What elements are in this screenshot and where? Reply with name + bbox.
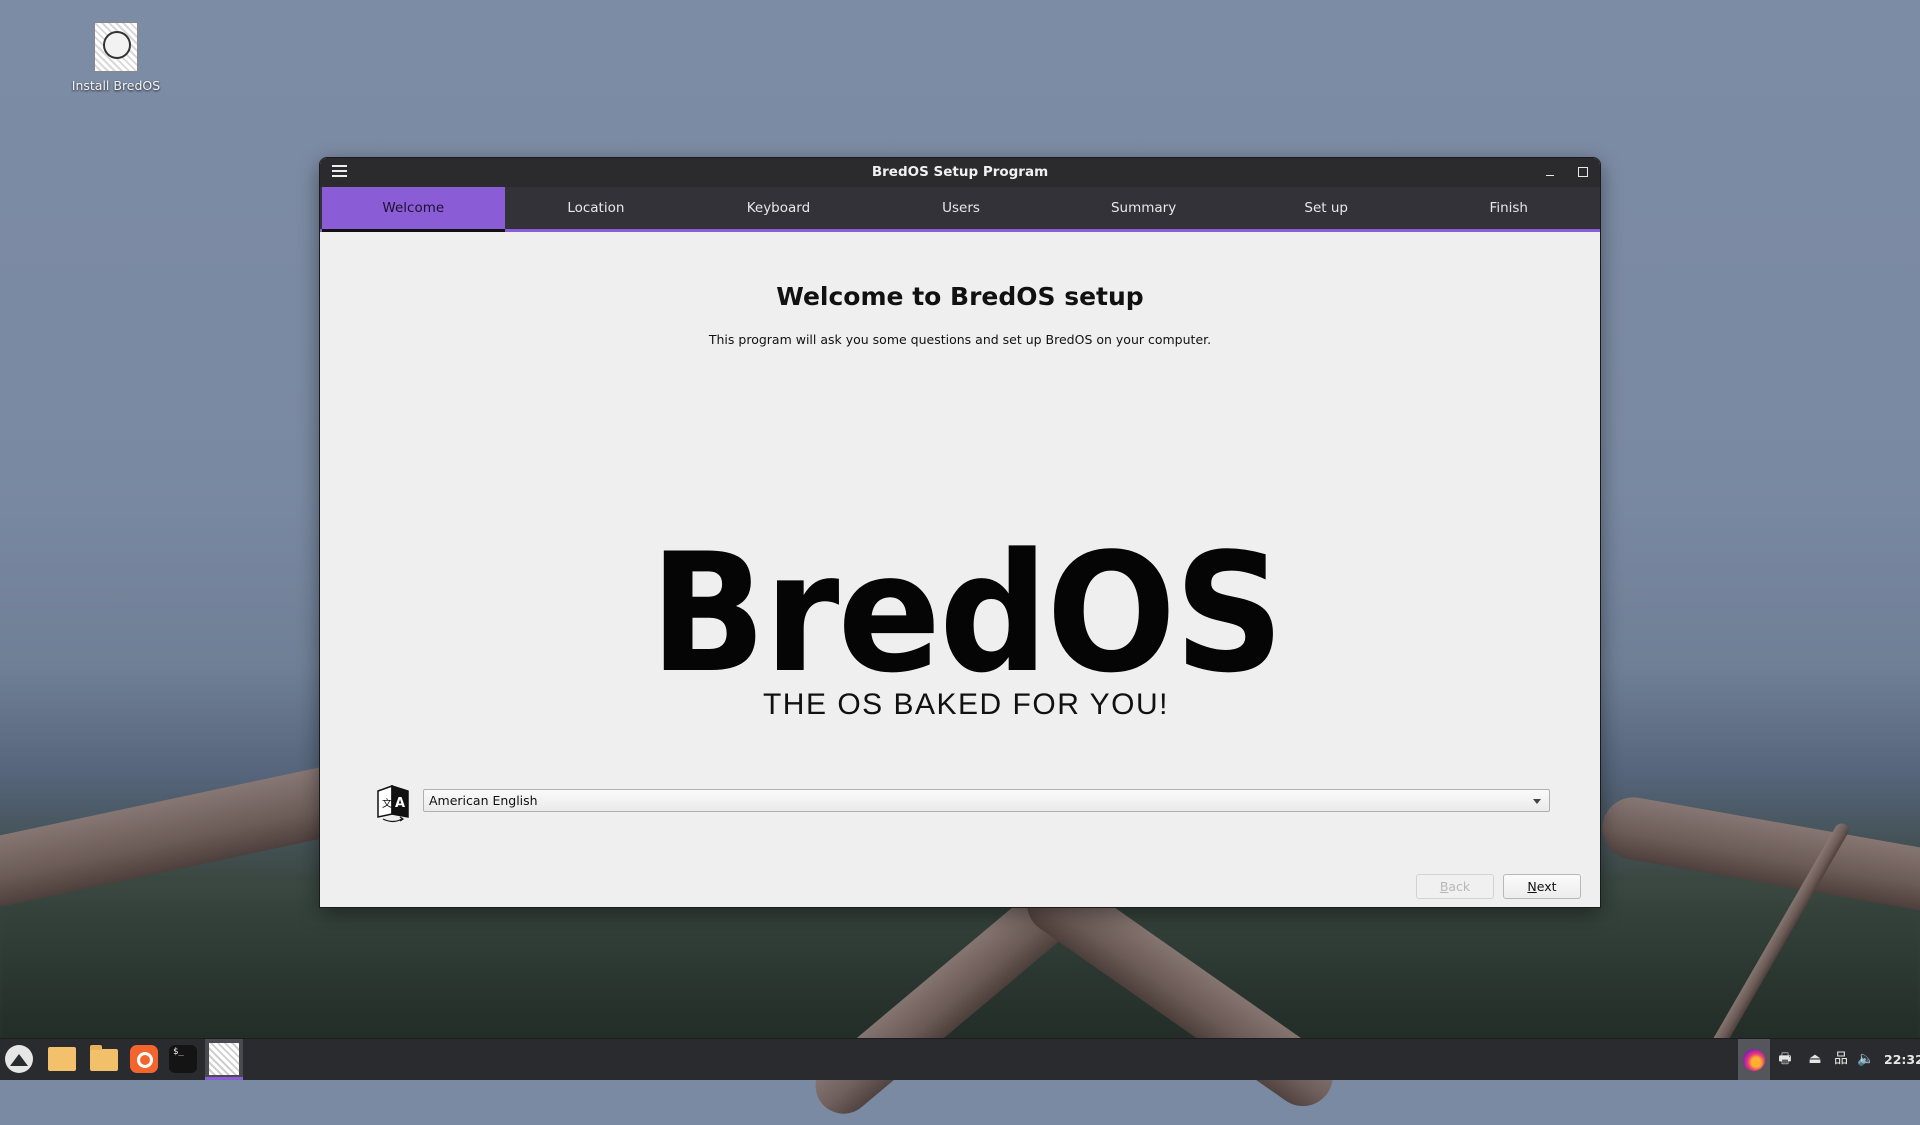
tab-users[interactable]: Users <box>870 187 1053 229</box>
installer-mascot-icon <box>94 22 138 72</box>
logo-text: BredOS <box>649 518 1284 709</box>
tab-label: Set up <box>1304 200 1348 216</box>
tab-summary[interactable]: Summary <box>1052 187 1235 229</box>
tab-label: Location <box>567 200 625 216</box>
language-dropdown-value: American English <box>429 793 538 808</box>
next-label: ext <box>1536 879 1557 894</box>
back-button[interactable]: Back <box>1416 874 1494 899</box>
clock[interactable]: 22:32 <box>1884 1039 1920 1080</box>
minimize-button[interactable] <box>1542 164 1558 180</box>
tray-flame-button[interactable] <box>1738 1039 1770 1080</box>
next-mnemonic: N <box>1527 879 1537 894</box>
step-tabs: Welcome Location Keyboard Users Summary … <box>320 187 1600 232</box>
terminal-icon: $_ <box>169 1045 197 1073</box>
welcome-page: Welcome to BredOS setup This program wil… <box>320 232 1600 907</box>
removable-media-icon[interactable]: ⏏ <box>1802 1039 1828 1080</box>
desktop-icon-label: Install BredOS <box>71 78 161 93</box>
folder-icon <box>48 1047 76 1071</box>
back-label: ack <box>1448 879 1471 894</box>
tab-label: Summary <box>1110 200 1177 216</box>
tab-keyboard[interactable]: Keyboard <box>687 187 870 229</box>
window-title: BredOS Setup Program <box>871 164 1049 180</box>
language-dropdown[interactable]: American English <box>423 789 1550 812</box>
title-bar[interactable]: BredOS Setup Program <box>320 158 1600 187</box>
tab-finish[interactable]: Finish <box>1417 187 1600 229</box>
tab-label: Keyboard <box>746 200 811 216</box>
tab-label: Welcome <box>382 200 445 216</box>
svg-text:A: A <box>395 796 405 811</box>
tab-welcome[interactable]: Welcome <box>322 187 505 232</box>
taskbar-files[interactable] <box>89 1044 120 1075</box>
taskbar: $_ 🖶 ⏏ 品 🔈 22:32 <box>0 1038 1920 1080</box>
browser-icon <box>130 1045 158 1073</box>
taskbar-installer[interactable] <box>205 1039 243 1080</box>
network-wired-icon[interactable]: 品 <box>1828 1039 1854 1080</box>
next-button[interactable]: Next <box>1503 874 1581 899</box>
svg-text:文: 文 <box>382 797 392 810</box>
volume-icon[interactable]: 🔈 <box>1853 1039 1879 1080</box>
tab-set-up[interactable]: Set up <box>1235 187 1418 229</box>
page-title: Welcome to BredOS setup <box>776 282 1144 311</box>
taskbar-file-manager[interactable] <box>47 1044 78 1075</box>
page-subtitle: This program will ask you some questions… <box>708 332 1212 347</box>
taskbar-terminal[interactable]: $_ <box>168 1044 199 1075</box>
logo-tagline: THE OS BAKED FOR YOU! <box>762 688 1170 721</box>
setup-window: BredOS Setup Program Welcome Location Ke… <box>320 158 1600 907</box>
taskbar-web-browser[interactable] <box>129 1044 160 1075</box>
desktop-icon-install-bredos[interactable]: Install BredOS <box>62 22 170 93</box>
chevron-down-icon <box>1533 799 1541 804</box>
bredos-logo: BredOS <box>320 532 1600 696</box>
translate-icon: 文 A <box>377 784 409 823</box>
tab-label: Finish <box>1489 200 1528 216</box>
app-tray-flame-icon <box>1743 1049 1765 1071</box>
installer-mascot-icon <box>209 1043 239 1075</box>
printer-icon[interactable]: 🖶 <box>1772 1039 1798 1080</box>
language-selector-row: 文 A American English <box>375 783 1570 823</box>
tab-location[interactable]: Location <box>505 187 688 229</box>
folder-open-icon <box>90 1045 118 1071</box>
maximize-button[interactable] <box>1574 164 1590 180</box>
app-launcher-button[interactable] <box>4 1044 35 1075</box>
bredos-launcher-icon <box>5 1045 33 1073</box>
tab-label: Users <box>942 200 980 216</box>
